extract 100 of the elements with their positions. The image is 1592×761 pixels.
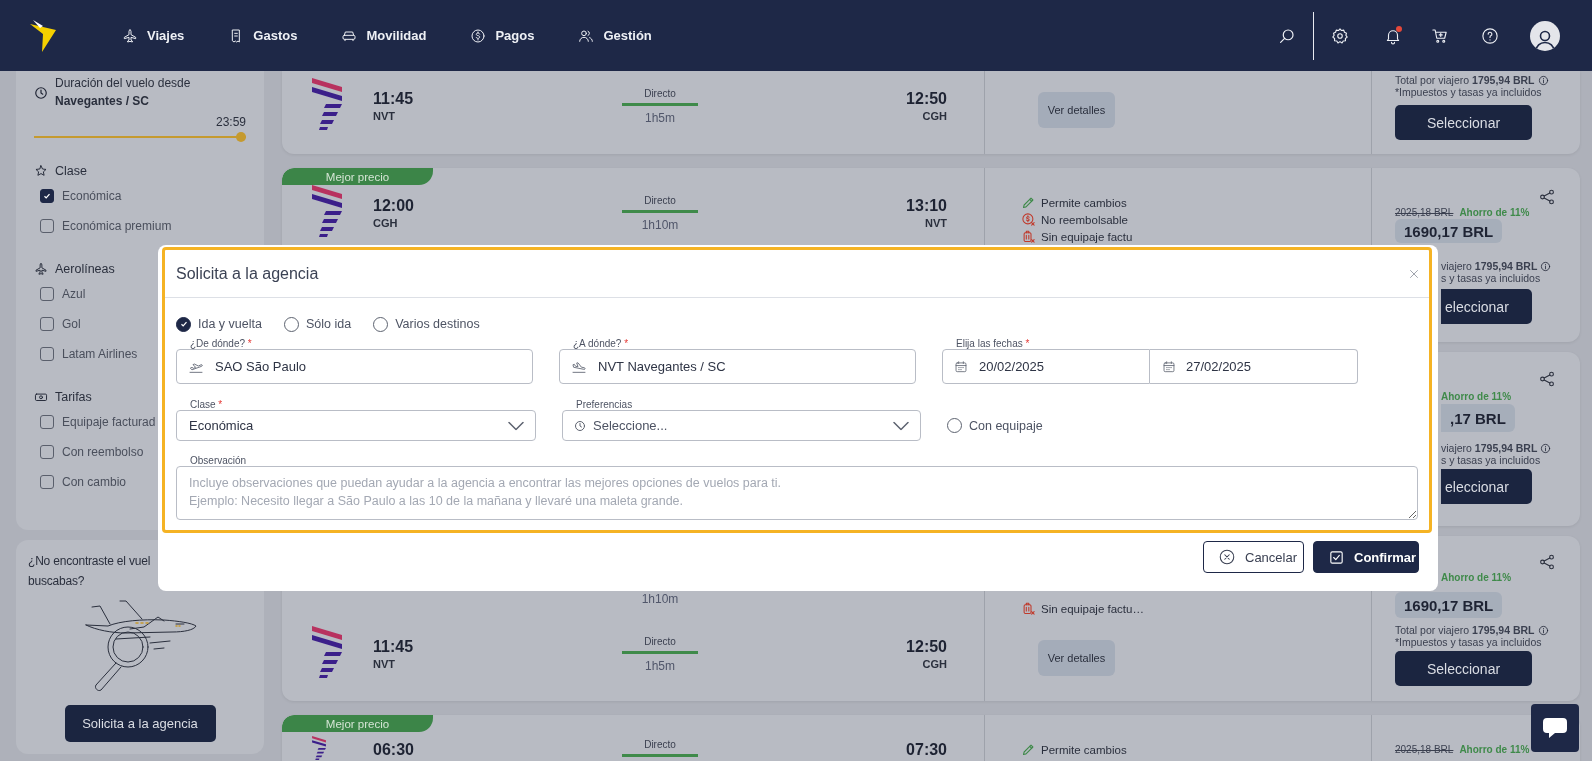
app-logo[interactable] [30, 19, 56, 52]
airport-code: NVT [925, 216, 947, 230]
flight-duration: 1h5m [645, 110, 675, 125]
chat-button[interactable] [1531, 704, 1579, 752]
trip-type-option[interactable]: Sólo ida [283, 316, 352, 332]
users-icon [578, 27, 595, 44]
filter-option: Latam Airlines [62, 347, 138, 361]
share-icon[interactable] [1538, 370, 1556, 388]
nav-tab[interactable]: Gastos [228, 27, 298, 44]
class-select[interactable]: Económica [176, 410, 536, 441]
filter-option: Gol [62, 317, 81, 331]
savings-text: Ahorro de 11% [1459, 206, 1530, 218]
share-icon[interactable] [1538, 188, 1556, 206]
price-pill: ,17 BRL [1441, 404, 1515, 432]
confirm-button[interactable]: Confirmar [1313, 541, 1419, 573]
info-icon [1537, 74, 1549, 86]
origin-field[interactable]: SAO São Paulo [176, 349, 533, 384]
fare-feature: No reembolsable [1041, 213, 1128, 226]
star-icon [34, 164, 48, 178]
checkbox[interactable] [40, 189, 54, 203]
flight-duration: 1h10m [641, 217, 679, 232]
nav-tab[interactable]: Pagos [470, 27, 535, 44]
arrival-time: 07:30 [906, 740, 947, 760]
nav-tab[interactable]: Viajes [122, 27, 185, 44]
field-label: Elija las fechas * [955, 338, 1031, 349]
stops-label: Directo [644, 194, 676, 207]
departure-time: 11:45 [373, 637, 414, 657]
airline-logo [312, 78, 342, 130]
search-icon[interactable] [1278, 26, 1296, 45]
checkbox[interactable] [40, 219, 54, 233]
savings-text: Ahorro de 11% [1441, 390, 1512, 402]
baggage-option[interactable]: Con equipaje [947, 418, 1418, 433]
airline-logo [312, 736, 326, 760]
duration-label: Duración del vuelo desde [55, 75, 191, 92]
best-price-badge: Mejor precio [282, 168, 433, 185]
nav-tab[interactable]: Movilidad [341, 27, 427, 44]
details-button[interactable]: Ver detalles [1038, 92, 1115, 128]
dollar-icon [470, 27, 487, 44]
plane-icon [34, 262, 48, 276]
checkbox[interactable] [40, 415, 54, 429]
checkbox[interactable] [40, 445, 54, 459]
trip-type-option[interactable]: Ida y vuelta [176, 316, 262, 332]
select-button[interactable]: Seleccionar [1395, 105, 1532, 140]
select-button[interactable]: Seleccionar [1395, 651, 1532, 686]
cart-icon[interactable] [1431, 26, 1449, 45]
end-date-field[interactable]: 27/02/2025 [1150, 349, 1358, 384]
select-button[interactable]: eleccionar [1441, 289, 1532, 324]
trip-type-option[interactable]: Varios destinos [373, 316, 480, 332]
filter-option: Con reembolso [62, 445, 144, 459]
info-icon [1540, 260, 1552, 272]
savings-text: Ahorro de 11% [1459, 743, 1530, 755]
stops-label: Directo [644, 635, 676, 648]
clock-icon [34, 86, 48, 100]
preferences-select[interactable]: Seleccione... [562, 410, 921, 441]
avatar[interactable] [1530, 20, 1560, 51]
checkbox[interactable] [40, 347, 54, 361]
settings-icon[interactable] [1331, 26, 1349, 45]
departure-time: 06:30 [373, 740, 414, 760]
checkbox[interactable] [40, 317, 54, 331]
checkbox[interactable] [40, 287, 54, 301]
flight-duration: 1h10m [641, 592, 679, 606]
select-button[interactable]: eleccionar [1441, 469, 1532, 504]
chevron-icon [508, 421, 524, 430]
notes-field[interactable]: Incluye observaciones que puedan ayudar a la agencia a encontrar las mejores opciones de vuelos para ti. Ejemplo: Necesito llegar a São Paulo a las 10 de la mañana y llevaré una maleta grande. [176, 466, 1418, 520]
start-date-field[interactable]: 20/02/2025 [942, 349, 1150, 384]
filter-option: Azul [62, 287, 86, 301]
field-label: Observación [189, 455, 248, 466]
pencil-icon [1021, 742, 1036, 757]
cash-icon [34, 390, 48, 404]
fare-feature: Permite cambios [1041, 196, 1127, 209]
request-agency-button[interactable]: Solicita a la agencia [64, 705, 216, 742]
plane-icon [122, 27, 138, 44]
destination-field[interactable]: NVT Navegantes / SC [559, 349, 916, 384]
arrival-time: 12:50 [906, 637, 947, 657]
help-icon[interactable] [1481, 26, 1499, 45]
arrival-time: 13:10 [906, 196, 947, 216]
info-icon [1540, 442, 1552, 454]
nav-tab[interactable]: Gestión [578, 27, 652, 44]
slider-thumb[interactable] [236, 132, 246, 142]
details-button[interactable]: Ver detalles [1038, 640, 1115, 676]
circle-x-icon [1218, 548, 1236, 566]
filter-option: Con cambio [62, 475, 127, 489]
total-per-traveler: Total por viajero 1795,94 BRL [1395, 624, 1535, 636]
no-money-icon [1021, 212, 1036, 227]
share-icon[interactable] [1538, 553, 1556, 571]
savings-text: Ahorro de 11% [1441, 571, 1512, 583]
airport-code: CGH [922, 109, 947, 123]
taxes-note: *Impuestos y tasas ya incluidos [1395, 86, 1542, 98]
airport-code: CGH [373, 216, 398, 230]
cancel-button[interactable]: Cancelar [1203, 541, 1304, 573]
help-text: buscabas? [28, 573, 86, 590]
airport-code: NVT [373, 109, 395, 123]
departure-time: 12:00 [373, 196, 414, 216]
price-pill: 1690,17 BRL [1395, 592, 1503, 618]
total-per-traveler: Total por viajero 1795,94 BRL [1395, 74, 1535, 86]
checkbox[interactable] [40, 475, 54, 489]
checkbox-icon [1328, 548, 1345, 566]
stops-label: Directo [644, 738, 676, 751]
best-price-badge: Mejor precio [282, 715, 433, 732]
duration-slider[interactable] [34, 131, 246, 143]
